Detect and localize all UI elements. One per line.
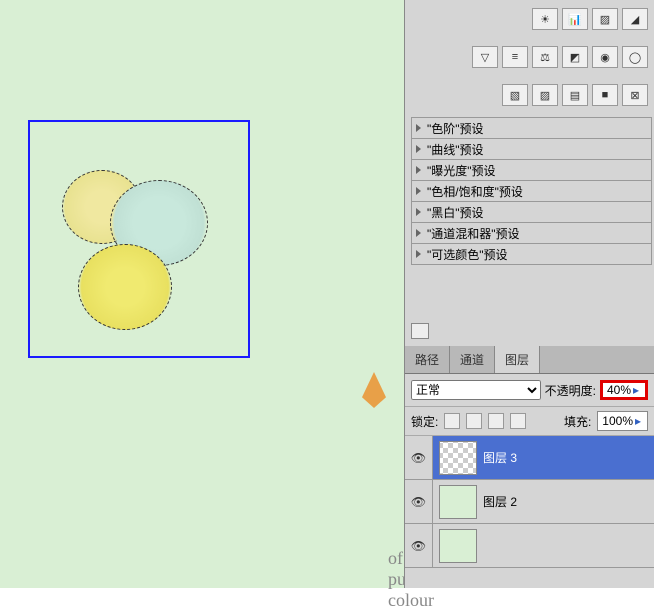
layer-thumbnail[interactable] (439, 485, 477, 519)
lock-transparent-icon[interactable] (444, 413, 460, 429)
dropdown-arrow-icon: ▸ (633, 414, 643, 428)
canvas-area[interactable]: of pure colour (0, 0, 404, 588)
lock-move-icon[interactable] (488, 413, 504, 429)
vibrance-icon[interactable]: ▽ (472, 46, 498, 68)
gradient-map-icon[interactable]: ■ (592, 84, 618, 106)
preset-item[interactable]: "通道混和器"预设 (411, 222, 652, 244)
blend-row: 正常 不透明度: 40% ▸ (405, 374, 654, 406)
disclosure-icon (416, 250, 421, 258)
panel-footer (405, 319, 654, 346)
lock-brush-icon[interactable] (466, 413, 482, 429)
brightness-icon[interactable]: ☀ (532, 8, 558, 30)
brush-cursor (362, 372, 386, 408)
curves-icon[interactable]: ▨ (592, 8, 618, 30)
posterize-icon[interactable]: ▨ (532, 84, 558, 106)
selection-box (28, 120, 250, 358)
visibility-icon[interactable]: 👁 (405, 480, 433, 523)
opacity-value: 40% (607, 383, 631, 397)
presets-panel: "色阶"预设 "曲线"预设 "曝光度"预设 "色相/饱和度"预设 "黑白"预设 … (405, 114, 654, 269)
opacity-input[interactable]: 40% ▸ (600, 380, 648, 400)
threshold-icon[interactable]: ▤ (562, 84, 588, 106)
fill-label: 填充: (564, 413, 591, 430)
preset-label: "色阶"预设 (427, 120, 484, 137)
layers-list: 👁 图层 3 👁 图层 2 👁 (405, 436, 654, 568)
layer-panel-tabs: 路径 通道 图层 (405, 346, 654, 374)
exposure-icon[interactable]: ◢ (622, 8, 648, 30)
layer-row[interactable]: 👁 (405, 524, 654, 568)
layer-row[interactable]: 👁 图层 3 (405, 436, 654, 480)
lock-all-icon[interactable] (510, 413, 526, 429)
visibility-icon[interactable]: 👁 (405, 524, 433, 567)
preset-item[interactable]: "可选颜色"预设 (411, 243, 652, 265)
lock-label: 锁定: (411, 413, 438, 430)
layer-row[interactable]: 👁 图层 2 (405, 480, 654, 524)
layer-thumbnail[interactable] (439, 441, 477, 475)
preset-label: "可选颜色"预设 (427, 246, 508, 263)
layer-name[interactable]: 图层 3 (483, 449, 654, 466)
layer-thumbnail[interactable] (439, 529, 477, 563)
panels-sidebar: ☀ 📊 ▨ ◢ ▽ ≡ ⚖ ◩ ◉ ◯ ▧ ▨ ▤ ■ ⊠ "色阶"预设 "曲线… (404, 0, 654, 588)
preset-label: "曝光度"预设 (427, 162, 496, 179)
disclosure-icon (416, 208, 421, 216)
layer-name[interactable]: 图层 2 (483, 493, 654, 510)
fill-input[interactable]: 100% ▸ (597, 411, 648, 431)
preset-item[interactable]: "色相/饱和度"预设 (411, 180, 652, 202)
preset-item[interactable]: "曝光度"预设 (411, 159, 652, 181)
levels-icon[interactable]: 📊 (562, 8, 588, 30)
channel-mixer-icon[interactable]: ◯ (622, 46, 648, 68)
preset-label: "通道混和器"预设 (427, 225, 520, 242)
disclosure-icon (416, 166, 421, 174)
preset-item[interactable]: "曲线"预设 (411, 138, 652, 160)
visibility-icon[interactable]: 👁 (405, 436, 433, 479)
fill-value: 100% (602, 414, 633, 428)
invert-icon[interactable]: ▧ (502, 84, 528, 106)
preset-label: "黑白"预设 (427, 204, 484, 221)
bw-icon[interactable]: ◩ (562, 46, 588, 68)
lock-row: 锁定: 填充: 100% ▸ (405, 406, 654, 436)
balance-icon[interactable]: ⚖ (532, 46, 558, 68)
disclosure-icon (416, 145, 421, 153)
tab-layers[interactable]: 图层 (495, 346, 540, 373)
selective-color-icon[interactable]: ⊠ (622, 84, 648, 106)
adjust-icons-row3: ▧ ▨ ▤ ■ ⊠ (405, 76, 654, 114)
preset-item[interactable]: "黑白"预设 (411, 201, 652, 223)
opacity-label: 不透明度: (545, 382, 596, 399)
blend-mode-select[interactable]: 正常 (411, 380, 541, 400)
tab-channels[interactable]: 通道 (450, 346, 495, 373)
photo-filter-icon[interactable]: ◉ (592, 46, 618, 68)
adjust-icons-row2: ▽ ≡ ⚖ ◩ ◉ ◯ (405, 38, 654, 76)
preset-label: "曲线"预设 (427, 141, 484, 158)
adjust-icons-row1: ☀ 📊 ▨ ◢ (405, 0, 654, 38)
preset-label: "色相/饱和度"预设 (427, 183, 523, 200)
preset-item[interactable]: "色阶"预设 (411, 117, 652, 139)
expand-icon[interactable] (411, 323, 429, 339)
tab-paths[interactable]: 路径 (405, 346, 450, 373)
dropdown-arrow-icon: ▸ (631, 383, 641, 397)
disclosure-icon (416, 124, 421, 132)
disclosure-icon (416, 187, 421, 195)
hue-icon[interactable]: ≡ (502, 46, 528, 68)
disclosure-icon (416, 229, 421, 237)
